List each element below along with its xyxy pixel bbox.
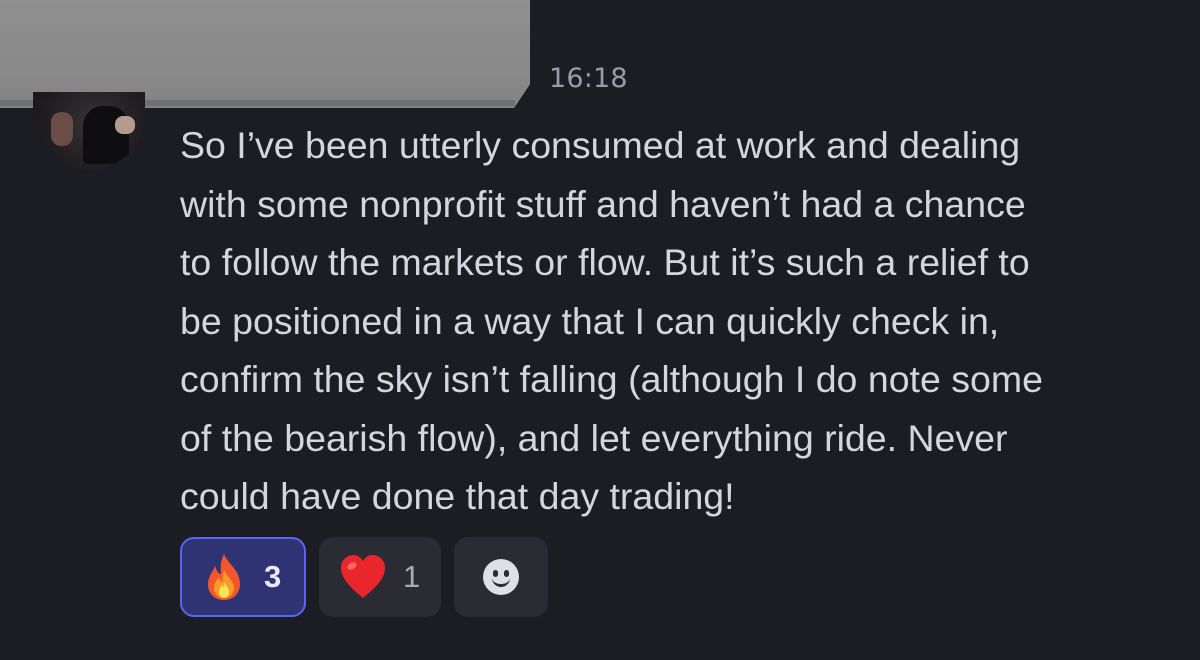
message-line: So I’ve been utterly consumed at work an… <box>180 124 1021 166</box>
avatar-detail <box>51 112 73 146</box>
message-line: of the bearish flow), and let everything… <box>180 416 1008 459</box>
message-text: So I’ve been utterly consumed at work an… <box>180 116 1180 526</box>
smiley-add-reaction-icon <box>483 559 519 595</box>
add-reaction-button[interactable] <box>454 537 548 617</box>
reactions-bar: 3 1 <box>180 537 548 617</box>
message-line: be positioned in a way that I can quickl… <box>180 299 1000 342</box>
avatar-figure <box>83 106 129 164</box>
chat-message-view: 16:18 So I’ve been utterly consumed at w… <box>0 0 1200 660</box>
fire-emoji-icon <box>202 552 246 602</box>
red-heart-emoji-icon <box>339 554 387 600</box>
reaction-fire-button[interactable]: 3 <box>180 537 306 617</box>
message-line: confirm the sky isn’t falling (although … <box>180 358 1043 400</box>
message-timestamp: 16:18 <box>549 63 628 94</box>
reaction-heart-count: 1 <box>403 559 421 594</box>
reaction-heart-button[interactable]: 1 <box>319 537 441 617</box>
message-line: with some nonprofit stuff and haven’t ha… <box>180 182 1026 225</box>
avatar-hand <box>115 116 135 134</box>
message-line: could have done that day trading! <box>180 475 735 517</box>
reaction-fire-count: 3 <box>264 559 282 594</box>
message-line: to follow the markets or flow. But it’s … <box>180 241 1030 283</box>
avatar[interactable] <box>33 92 145 170</box>
